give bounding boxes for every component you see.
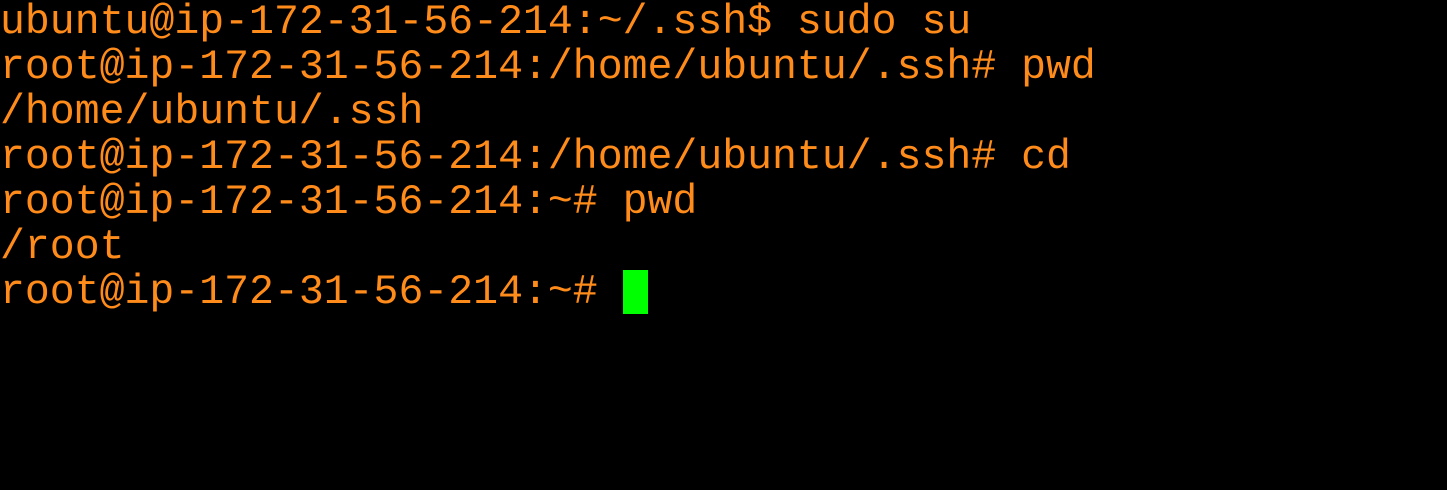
terminal-cursor: [622, 270, 648, 314]
terminal-output-line: /home/ubuntu/.ssh: [0, 89, 424, 136]
terminal-line: root@ip-172-31-56-214:~# pwd: [0, 179, 698, 226]
terminal-current-prompt[interactable]: root@ip-172-31-56-214:~#: [0, 270, 648, 315]
terminal-window[interactable]: ubuntu@ip-172-31-56-214:~/.ssh$ sudo su …: [0, 0, 1447, 490]
prompt-text: root@ip-172-31-56-214:~#: [0, 269, 623, 316]
terminal-line: root@ip-172-31-56-214:/home/ubuntu/.ssh#…: [0, 44, 1096, 91]
terminal-output-line: /root: [0, 224, 125, 271]
terminal-line: ubuntu@ip-172-31-56-214:~/.ssh$ sudo su: [0, 0, 972, 46]
terminal-line: root@ip-172-31-56-214:/home/ubuntu/.ssh#…: [0, 134, 1071, 181]
